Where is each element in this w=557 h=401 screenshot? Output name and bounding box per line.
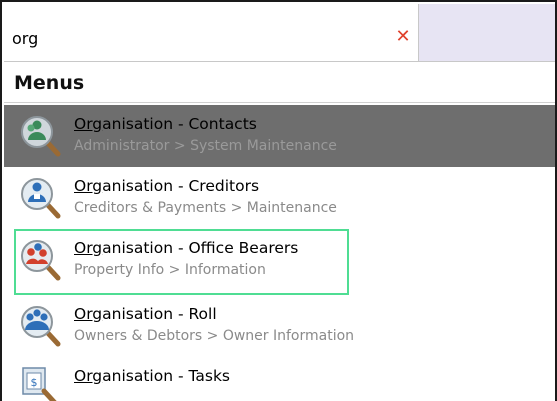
contacts-search-icon: [21, 116, 61, 157]
result-title: Organisation - Roll: [74, 305, 217, 323]
result-item-office-bearers[interactable]: Organisation - Office Bearers Property I…: [14, 229, 349, 295]
result-item-tasks[interactable]: $ Organisation - Tasks: [4, 357, 555, 401]
result-title: Organisation - Contacts: [74, 115, 257, 133]
result-item-creditors[interactable]: Organisation - Creditors Creditors & Pay…: [4, 167, 555, 229]
search-popup: ✕ Menus Organisation - Contacts Administ…: [0, 0, 557, 401]
result-title: Organisation - Tasks: [74, 367, 231, 385]
section-divider: [4, 102, 555, 103]
creditors-search-icon: [21, 178, 61, 219]
svg-text:$: $: [31, 376, 38, 389]
search-bar: ✕: [4, 4, 555, 62]
search-bar-extension: [419, 4, 555, 62]
search-box[interactable]: ✕: [4, 4, 419, 62]
result-item-contacts[interactable]: Organisation - Contacts Administrator > …: [4, 105, 555, 167]
result-path: Owners & Debtors > Owner Information: [74, 328, 355, 344]
result-path: Administrator > System Maintenance: [74, 138, 337, 154]
result-path: Creditors & Payments > Maintenance: [74, 200, 337, 216]
result-title: Organisation - Office Bearers: [74, 239, 299, 257]
search-input[interactable]: [12, 26, 382, 50]
roll-search-icon: [21, 306, 61, 347]
result-title: Organisation - Creditors: [74, 177, 260, 195]
office-bearers-search-icon: [21, 240, 61, 281]
result-path: Property Info > Information: [74, 262, 266, 278]
result-item-roll[interactable]: Organisation - Roll Owners & Debtors > O…: [4, 295, 555, 357]
section-title: Menus: [14, 72, 85, 94]
tasks-search-icon: $: [22, 367, 57, 401]
clear-icon[interactable]: ✕: [394, 28, 412, 46]
